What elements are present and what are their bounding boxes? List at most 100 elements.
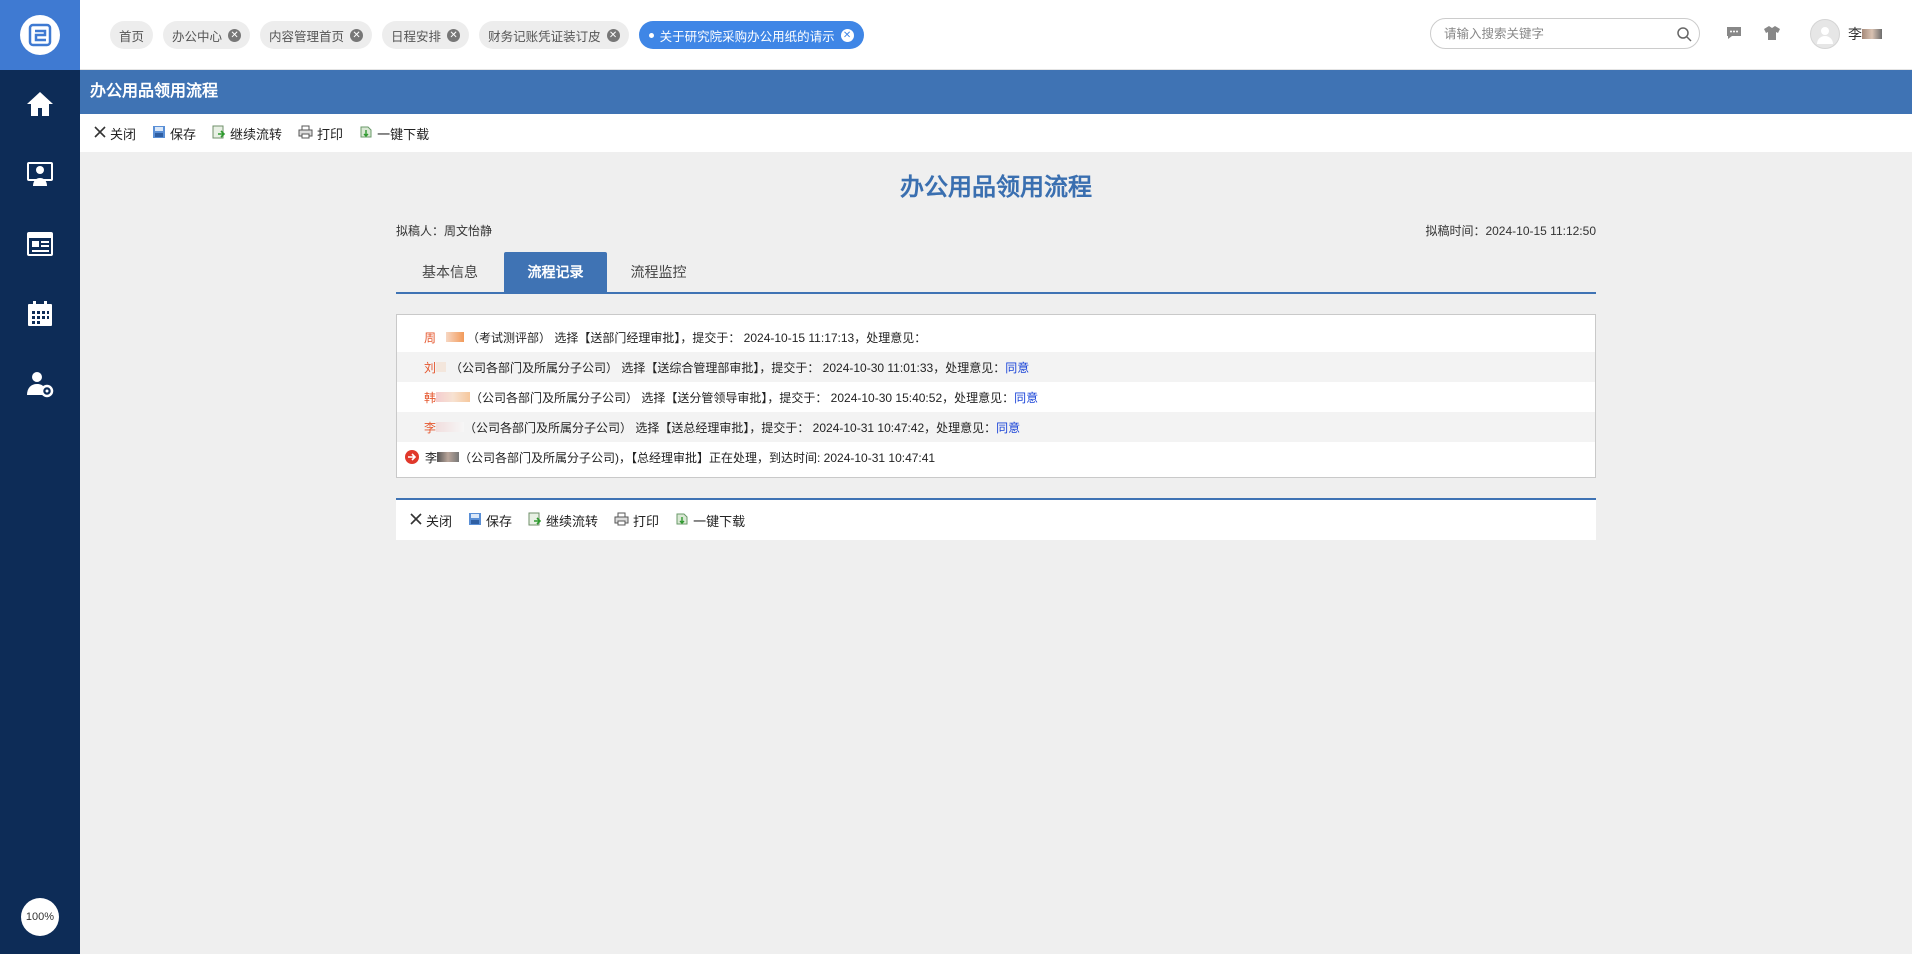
top-bar: 首页 办公中心 ✕ 内容管理首页 ✕ 日程安排 ✕ 财务记账凭证装订皮 ✕ 关于研究院采…	[80, 0, 1912, 70]
sidebar-item-contacts[interactable]	[0, 140, 80, 210]
continue-flow-button[interactable]: 继续流转	[212, 124, 282, 143]
top-toolbar: 关闭 保存 继续流转 打印 一键下载	[80, 114, 1912, 152]
redacted-name	[436, 392, 471, 402]
arrow-right-icon	[405, 450, 419, 464]
save-label: 保存	[170, 126, 197, 142]
active-dot-icon	[648, 32, 654, 38]
tab-label: 首页	[119, 29, 145, 44]
draft-time: 拟稿时间：2024-10-15 11:12:50	[1425, 224, 1596, 238]
close-button[interactable]: 关闭	[94, 124, 136, 143]
tab-label: 日程安排	[391, 29, 442, 44]
print-label: 打印	[633, 513, 660, 529]
continue-icon	[528, 512, 542, 529]
user-settings-icon	[25, 369, 55, 402]
tab-label: 关于研究院采购办公用纸的请示	[659, 29, 835, 44]
avatar[interactable]	[1810, 19, 1840, 49]
flow-records-list: 周 （考试测评部） 选择【送部门经理审批】，提交于： 2024-10-15 11…	[396, 314, 1596, 478]
record-text: （公司各部门及所属分子公司)，【总经理审批】正在处理，到达时间: 2024-10…	[459, 450, 936, 465]
close-label: 关闭	[110, 126, 137, 142]
sidebar-item-home[interactable]	[0, 70, 80, 140]
tab-office-center[interactable]: 办公中心 ✕	[163, 21, 251, 49]
tab-schedule[interactable]: 日程安排 ✕	[382, 21, 470, 49]
tab-label: 内容管理首页	[269, 29, 345, 44]
tab-finance-voucher[interactable]: 财务记账凭证装订皮 ✕	[479, 21, 629, 49]
search-input[interactable]	[1444, 26, 1669, 41]
close-icon[interactable]: ✕	[606, 28, 620, 42]
record-opinion[interactable]: 同意	[996, 419, 1020, 436]
zoom-level[interactable]: 100%	[21, 898, 59, 936]
record-opinion[interactable]: 同意	[1005, 359, 1029, 376]
sidebar-item-news[interactable]	[0, 210, 80, 280]
tab-content-management[interactable]: 内容管理首页 ✕	[260, 21, 373, 49]
search-icon[interactable]	[1669, 26, 1699, 42]
save-button[interactable]: 保存	[468, 511, 512, 530]
list-item-current: 李 （公司各部门及所属分子公司)，【总经理审批】正在处理，到达时间: 2024-…	[397, 442, 1595, 472]
tab-strip: 首页 办公中心 ✕ 内容管理首页 ✕ 日程安排 ✕ 财务记账凭证装订皮 ✕ 关于研究院采…	[110, 21, 864, 49]
redacted-name	[436, 362, 447, 372]
list-item: 刘 （公司各部门及所属分子公司） 选择【送综合管理部审批】，提交于： 2024-…	[397, 352, 1595, 382]
save-button[interactable]: 保存	[152, 124, 196, 143]
list-item: 周 （考试测评部） 选择【送部门经理审批】，提交于： 2024-10-15 11…	[397, 322, 1595, 352]
continue-icon	[212, 125, 226, 142]
record-text: （考试测评部） 选择【送部门经理审批】，提交于： 2024-10-15 11:1…	[467, 330, 927, 345]
continue-label: 继续流转	[230, 126, 283, 142]
redacted-name	[1862, 29, 1882, 39]
download-label: 一键下载	[377, 126, 430, 142]
tab-flow-monitor[interactable]: 流程监控	[607, 252, 710, 292]
download-icon	[359, 125, 373, 142]
sidebar: 100%	[0, 0, 80, 954]
list-item: 李 （公司各部门及所属分子公司） 选择【送总经理审批】，提交于： 2024-10…	[397, 412, 1595, 442]
document-title: 办公用品领用流程	[900, 174, 1092, 201]
print-button[interactable]: 打印	[614, 511, 659, 530]
record-text: （公司各部门及所属分子公司） 选择【送综合管理部审批】，提交于： 2024-10…	[450, 360, 1006, 375]
close-icon[interactable]: ✕	[228, 28, 242, 42]
save-icon	[152, 125, 166, 142]
record-actor: 周	[424, 330, 437, 345]
page-title-bar: 办公用品领用流程	[80, 70, 1912, 114]
record-text: （公司各部门及所属分子公司） 选择【送分管领导审批】，提交于： 2024-10-…	[470, 390, 1015, 405]
close-icon[interactable]: ✕	[447, 28, 461, 42]
close-button[interactable]: 关闭	[410, 511, 452, 530]
close-icon[interactable]: ✕	[840, 28, 854, 42]
close-icon[interactable]: ✕	[350, 28, 364, 42]
skin-shirt-icon[interactable]	[1763, 24, 1781, 42]
top-icons	[1725, 24, 1781, 42]
redacted-name	[446, 332, 465, 342]
continue-flow-button[interactable]: 继续流转	[528, 511, 598, 530]
user-name: 李	[1848, 24, 1882, 44]
record-actor: 李	[425, 450, 438, 465]
print-icon	[298, 125, 313, 142]
user-name-text: 李	[1848, 26, 1862, 42]
close-label: 关闭	[426, 513, 453, 529]
record-actor: 李	[424, 420, 437, 435]
logo-area[interactable]	[0, 0, 80, 70]
drafter: 拟稿人：周文怡静	[396, 224, 493, 238]
message-icon[interactable]	[1725, 24, 1743, 42]
search-box	[1430, 18, 1700, 49]
tab-paper-request[interactable]: 关于研究院采购办公用纸的请示 ✕	[638, 21, 864, 49]
download-button[interactable]: 一键下载	[359, 124, 429, 143]
record-actor: 韩	[424, 390, 437, 405]
doc-meta: 拟稿人：周文怡静 拟稿时间：2024-10-15 11:12:50	[396, 216, 1596, 240]
list-item: 韩 （公司各部门及所属分子公司） 选择【送分管领导审批】，提交于： 2024-1…	[397, 382, 1595, 412]
print-label: 打印	[317, 126, 344, 142]
calendar-icon	[25, 299, 55, 332]
sidebar-item-calendar[interactable]	[0, 280, 80, 350]
download-button[interactable]: 一键下载	[675, 511, 745, 530]
tab-home[interactable]: 首页	[110, 21, 154, 49]
tab-flow-records[interactable]: 流程记录	[504, 252, 607, 292]
news-icon	[25, 229, 55, 262]
print-button[interactable]: 打印	[298, 124, 343, 143]
print-icon	[614, 512, 629, 529]
tab-basic-info[interactable]: 基本信息	[396, 252, 504, 292]
close-icon	[94, 125, 106, 141]
save-icon	[468, 512, 482, 529]
user-menu[interactable]: 李	[1810, 19, 1882, 49]
home-icon	[25, 89, 55, 122]
download-icon	[675, 512, 689, 529]
record-text: （公司各部门及所属分子公司） 选择【送总经理审批】，提交于： 2024-10-3…	[464, 420, 997, 435]
tab-label: 财务记账凭证装订皮	[488, 29, 601, 44]
record-opinion[interactable]: 同意	[1014, 389, 1038, 406]
form-tabs: 基本信息 流程记录 流程监控	[396, 252, 1596, 294]
sidebar-item-user-settings[interactable]	[0, 350, 80, 420]
